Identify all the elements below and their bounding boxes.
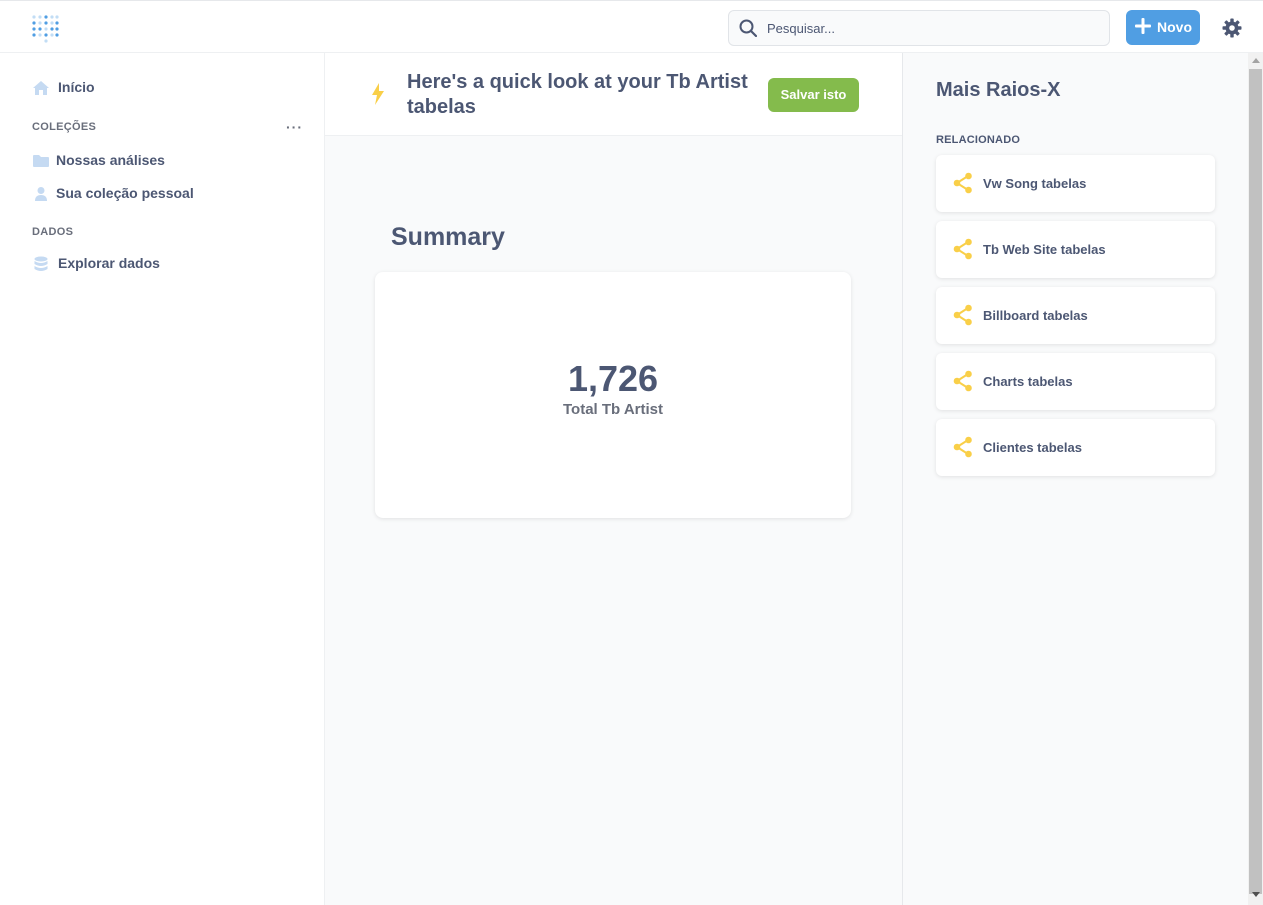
xray-header: Here's a quick look at your Tb Artist ta… <box>325 53 902 136</box>
home-icon <box>33 81 49 95</box>
person-icon <box>35 187 47 201</box>
collections-more-button[interactable]: ··· <box>286 119 303 135</box>
related-item-label: Billboard tabelas <box>983 308 1088 323</box>
connections-icon <box>953 304 972 326</box>
sidebar-item-label: Sua coleção pessoal <box>56 185 194 201</box>
related-item-label: Vw Song tabelas <box>983 176 1087 191</box>
related-item[interactable]: Charts tabelas <box>936 353 1215 410</box>
connections-icon <box>953 172 972 194</box>
data-heading: DADOS <box>32 226 74 238</box>
related-item[interactable]: Billboard tabelas <box>936 287 1215 344</box>
related-item[interactable]: Vw Song tabelas <box>936 155 1215 212</box>
sidebar-item-label: Nossas análises <box>56 152 165 168</box>
page-title: Here's a quick look at your Tb Artist ta… <box>407 71 748 118</box>
related-item[interactable]: Tb Web Site tabelas <box>936 221 1215 278</box>
related-item-label: Clientes tabelas <box>983 440 1082 455</box>
scalar-card[interactable]: 1,726 Total Tb Artist <box>375 272 851 518</box>
xray-main-content: Here's a quick look at your Tb Artist ta… <box>325 53 902 905</box>
scroll-up-arrow-icon[interactable] <box>1252 58 1260 63</box>
metabase-logo-icon[interactable] <box>31 13 59 43</box>
scroll-down-arrow-icon[interactable] <box>1252 892 1260 897</box>
top-navigation-bar: Pesquisar... Novo <box>0 0 1263 53</box>
database-icon <box>34 256 48 271</box>
panel-title: Mais Raios-X <box>936 79 1061 101</box>
scrollbar-thumb[interactable] <box>1249 69 1262 894</box>
connections-icon <box>953 238 972 260</box>
bolt-icon <box>372 83 384 105</box>
gear-icon[interactable] <box>1222 18 1242 38</box>
save-button[interactable]: Salvar isto <box>768 78 859 112</box>
search-icon <box>739 19 757 37</box>
more-xrays-panel: Mais Raios-X RELACIONADO Vw Song tabelas… <box>902 53 1248 905</box>
connections-icon <box>953 370 972 392</box>
collections-heading: COLEÇÕES <box>32 121 97 133</box>
sidebar-item-label: Início <box>58 79 95 95</box>
connections-icon <box>953 436 972 458</box>
summary-heading: Summary <box>391 223 505 251</box>
sidebar-item-label: Explorar dados <box>58 255 160 271</box>
scalar-label: Total Tb Artist <box>563 401 663 418</box>
vertical-scrollbar[interactable] <box>1248 53 1263 905</box>
new-button[interactable]: Novo <box>1126 10 1200 45</box>
related-item[interactable]: Clientes tabelas <box>936 419 1215 476</box>
plus-icon <box>1135 18 1151 34</box>
new-button-label: Novo <box>1157 19 1192 35</box>
sidebar: Início COLEÇÕES ··· Nossas análises Sua … <box>0 53 325 905</box>
folder-icon <box>33 155 49 167</box>
related-heading: RELACIONADO <box>936 134 1021 146</box>
related-item-label: Charts tabelas <box>983 374 1073 389</box>
scalar-value: 1,726 <box>567 358 659 399</box>
search-placeholder: Pesquisar... <box>767 21 835 36</box>
related-item-label: Tb Web Site tabelas <box>983 242 1106 257</box>
search-input[interactable]: Pesquisar... <box>728 10 1110 46</box>
